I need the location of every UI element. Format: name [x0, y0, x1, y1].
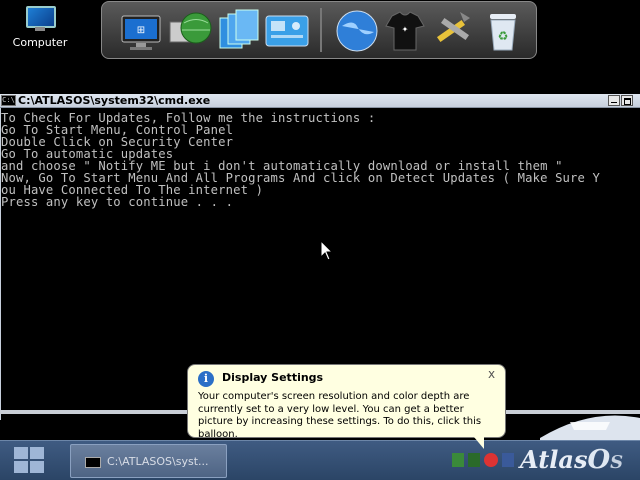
tray-network-icon[interactable]	[452, 453, 464, 467]
mouse-pointer-icon	[320, 240, 334, 261]
recycle-bin-icon[interactable]: ♻	[480, 8, 526, 54]
network-globe-icon[interactable]	[168, 8, 214, 54]
start-button[interactable]	[14, 447, 46, 475]
cmd-window-titlebar[interactable]: C:\ C:\ATLASOS\system32\cmd.exe	[0, 94, 640, 108]
balloon-body: Your computer's screen resolution and co…	[198, 391, 482, 440]
windows-logo-icon	[14, 447, 28, 459]
minimize-button[interactable]	[608, 95, 620, 106]
balloon-title: Display Settings	[222, 371, 324, 384]
taskbar: C:\ATLASOS\syst... AtlasOS	[0, 440, 640, 480]
taskbar-item-label: C:\ATLASOS\syst...	[107, 455, 209, 468]
tray-shield-icon[interactable]	[468, 453, 480, 467]
balloon-close-button[interactable]: x	[488, 367, 495, 381]
tray-warning-icon[interactable]	[484, 453, 498, 467]
atlas-os-logo: AtlasOS	[520, 445, 624, 475]
internet-browser-icon[interactable]	[334, 8, 380, 54]
console-line: Press any key to continue . . .	[1, 195, 234, 209]
control-panel-icon[interactable]	[264, 8, 310, 54]
windows-logo-icon-part	[30, 461, 44, 473]
dock-separator	[320, 8, 322, 52]
computer-icon	[23, 4, 57, 32]
tools-icon[interactable]	[430, 8, 476, 54]
brand-decoration	[540, 415, 640, 440]
dock: ⊞ ✦ ♻	[101, 1, 537, 59]
windows-logo-icon-part	[14, 461, 28, 473]
maximize-button[interactable]	[621, 95, 633, 106]
computer-monitor-icon[interactable]: ⊞	[118, 8, 164, 54]
desktop-icon-label: Computer	[12, 36, 68, 49]
cmd-task-icon	[85, 457, 101, 468]
windows-logo-icon-part	[30, 447, 44, 459]
documents-icon[interactable]	[216, 8, 262, 54]
user-shirt-icon[interactable]: ✦	[382, 8, 428, 54]
desktop-icon-computer[interactable]: Computer	[10, 4, 70, 49]
cmd-window-title: C:\ATLASOS\system32\cmd.exe	[18, 94, 211, 107]
info-icon: i	[198, 371, 214, 387]
cmd-window-icon: C:\	[1, 95, 16, 106]
svg-text:✦: ✦	[402, 25, 409, 34]
svg-text:♻: ♻	[498, 29, 509, 43]
taskbar-item-cmd[interactable]: C:\ATLASOS\syst...	[70, 444, 227, 478]
balloon-tail	[474, 437, 484, 449]
svg-text:⊞: ⊞	[137, 25, 145, 36]
tray-display-icon[interactable]	[502, 453, 514, 467]
display-settings-balloon[interactable]: i Display Settings x Your computer's scr…	[187, 364, 506, 449]
